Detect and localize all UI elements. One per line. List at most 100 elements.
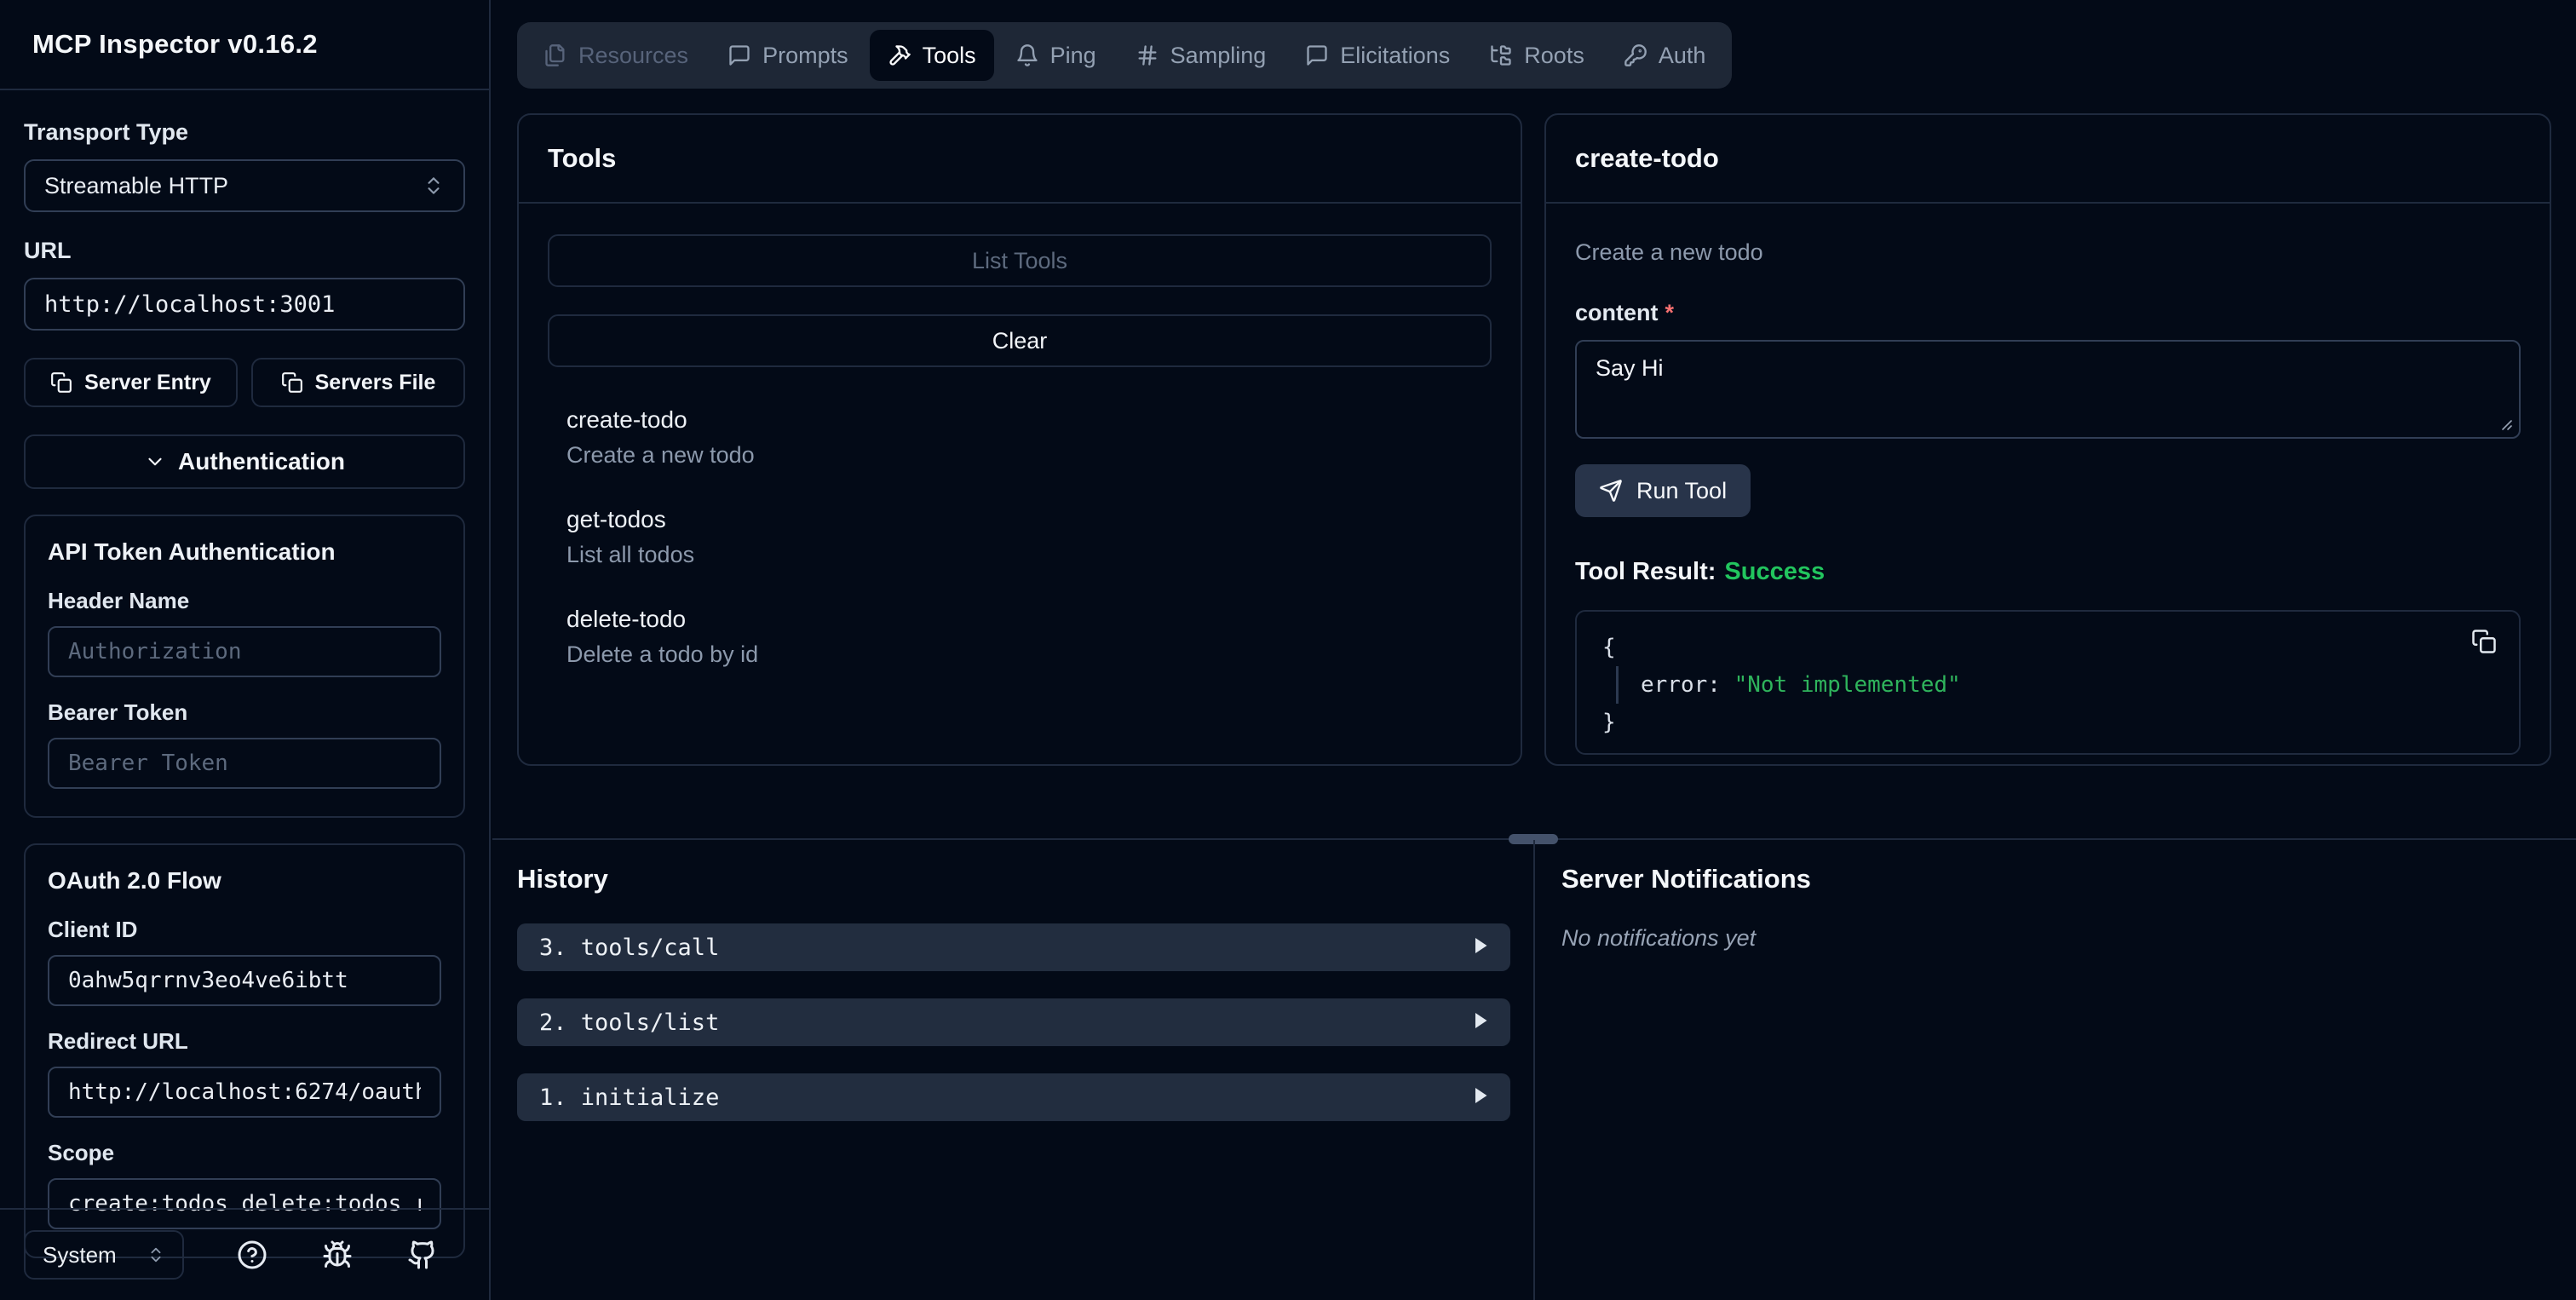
theme-select[interactable]: System — [24, 1230, 184, 1280]
bearer-token-label: Bearer Token — [48, 699, 188, 725]
url-label: URL — [24, 238, 72, 263]
mcp-inspector-app: MCP Inspector v0.16.2 Transport Type Str… — [0, 0, 2576, 1300]
resize-handle-icon[interactable] — [2497, 415, 2514, 432]
expand-arrow-icon — [1473, 1010, 1488, 1036]
bearer-token-input[interactable] — [48, 738, 441, 789]
tool-list-item[interactable]: delete-todo Delete a todo by id — [566, 606, 1492, 668]
message-square-icon — [727, 43, 751, 67]
tools-panel-body: List Tools Clear create-todo Create a ne… — [519, 204, 1521, 736]
copy-result-button[interactable] — [2471, 629, 2497, 654]
hash-icon — [1136, 43, 1159, 67]
run-tool-button[interactable]: Run Tool — [1575, 464, 1751, 517]
oauth-title: OAuth 2.0 Flow — [48, 867, 221, 894]
sidebar-header: MCP Inspector v0.16.2 — [0, 0, 489, 90]
copy-icon — [50, 371, 72, 394]
history-item-label: 3. tools/call — [539, 934, 720, 961]
tab-label: Ping — [1049, 42, 1096, 68]
history-item-label: 1. initialize — [539, 1084, 720, 1111]
history-item[interactable]: 2. tools/list — [517, 998, 1510, 1046]
theme-select-value: System — [43, 1241, 117, 1268]
api-token-title: API Token Authentication — [48, 538, 336, 565]
tool-description: List all todos — [566, 542, 695, 567]
sidebar-footer: System — [0, 1208, 489, 1300]
help-button[interactable] — [237, 1240, 267, 1270]
history-item-label: 2. tools/list — [539, 1009, 720, 1036]
history-title: History — [517, 864, 608, 894]
bug-button[interactable] — [322, 1240, 353, 1270]
tab-label: Resources — [578, 42, 689, 68]
key-icon — [1624, 43, 1647, 67]
expand-arrow-icon — [1473, 1084, 1488, 1111]
tool-name: get-todos — [566, 506, 666, 532]
chevron-down-icon — [144, 451, 166, 473]
required-asterisk: * — [1665, 300, 1675, 325]
content-field-label: content * — [1575, 300, 1675, 325]
transport-select[interactable]: Streamable HTTP — [24, 159, 465, 212]
tab-tools[interactable]: Tools — [869, 30, 994, 81]
tab-ping[interactable]: Ping — [998, 30, 1114, 81]
url-input[interactable] — [24, 278, 465, 331]
chevrons-up-down-icon — [423, 175, 445, 197]
transport-select-value: Streamable HTTP — [44, 172, 229, 198]
tools-panel-title: Tools — [548, 143, 617, 173]
tab-sampling[interactable]: Sampling — [1118, 30, 1285, 81]
sidebar: MCP Inspector v0.16.2 Transport Type Str… — [0, 0, 491, 1300]
vertical-divider — [1533, 840, 1535, 1300]
servers-file-label: Servers File — [314, 370, 436, 394]
tab-roots[interactable]: Roots — [1471, 30, 1602, 81]
bug-icon — [322, 1240, 353, 1270]
tool-result-line: Tool Result: Success — [1575, 558, 2521, 586]
header-name-input[interactable] — [48, 626, 441, 677]
tool-result-status: Success — [1724, 558, 1826, 585]
hammer-icon — [888, 43, 911, 67]
client-id-input[interactable] — [48, 955, 441, 1006]
json-open-brace: { — [1602, 635, 1616, 660]
chevrons-up-down-icon — [147, 1245, 165, 1264]
tab-elicitations[interactable]: Elicitations — [1287, 30, 1468, 81]
footer-icons — [237, 1240, 438, 1270]
server-buttons-row: Server Entry Servers File — [24, 358, 465, 407]
github-button[interactable] — [407, 1240, 438, 1270]
tool-list-item[interactable]: create-todo Create a new todo — [566, 406, 1492, 469]
server-entry-button[interactable]: Server Entry — [24, 358, 238, 407]
scope-label: Scope — [48, 1140, 115, 1165]
transport-type-label: Transport Type — [24, 119, 189, 145]
send-icon — [1599, 479, 1623, 503]
circle-help-icon — [237, 1240, 267, 1270]
expand-arrow-icon — [1473, 935, 1488, 961]
content-textarea-wrap: Say Hi — [1575, 340, 2521, 439]
tool-name: create-todo — [566, 406, 687, 433]
tab-prompts[interactable]: Prompts — [710, 30, 866, 81]
tab-label: Sampling — [1170, 42, 1267, 68]
servers-file-button[interactable]: Servers File — [251, 358, 465, 407]
notifications-title: Server Notifications — [1561, 864, 1811, 894]
history-item[interactable]: 1. initialize — [517, 1073, 1510, 1121]
tools-panel: Tools List Tools Clear create-todo Creat… — [517, 113, 1522, 766]
tab-auth[interactable]: Auth — [1606, 30, 1724, 81]
redirect-url-label: Redirect URL — [48, 1028, 188, 1054]
content-textarea[interactable]: Say Hi — [1575, 340, 2521, 439]
app-title: MCP Inspector v0.16.2 — [32, 29, 318, 59]
result-json-box: { error: "Not implemented" } — [1575, 610, 2521, 755]
history-panel: History 3. tools/call 2. tools/list 1. i… — [517, 864, 1510, 1121]
clear-button[interactable]: Clear — [548, 314, 1492, 367]
authentication-toggle[interactable]: Authentication — [24, 434, 465, 489]
api-token-card: API Token Authentication Header Name Bea… — [24, 515, 465, 818]
tab-resources: Resources — [526, 30, 706, 81]
notifications-empty-text: No notifications yet — [1561, 925, 1757, 951]
github-icon — [407, 1240, 438, 1270]
list-tools-button: List Tools — [548, 234, 1492, 287]
tool-list-item[interactable]: get-todos List all todos — [566, 506, 1492, 568]
folder-tree-icon — [1489, 43, 1513, 67]
files-icon — [543, 43, 567, 67]
tool-description: Delete a todo by id — [566, 641, 759, 667]
tab-label: Elicitations — [1340, 42, 1451, 68]
history-item[interactable]: 3. tools/call — [517, 923, 1510, 971]
sidebar-body: Transport Type Streamable HTTP URL Serve… — [0, 90, 489, 1258]
redirect-url-input[interactable] — [48, 1067, 441, 1118]
client-id-label: Client ID — [48, 917, 138, 942]
oauth-card: OAuth 2.0 Flow Client ID Redirect URL Sc… — [24, 843, 465, 1258]
header-name-label: Header Name — [48, 588, 190, 613]
tool-result-label: Tool Result: — [1575, 558, 1716, 585]
tab-label: Roots — [1524, 42, 1584, 68]
